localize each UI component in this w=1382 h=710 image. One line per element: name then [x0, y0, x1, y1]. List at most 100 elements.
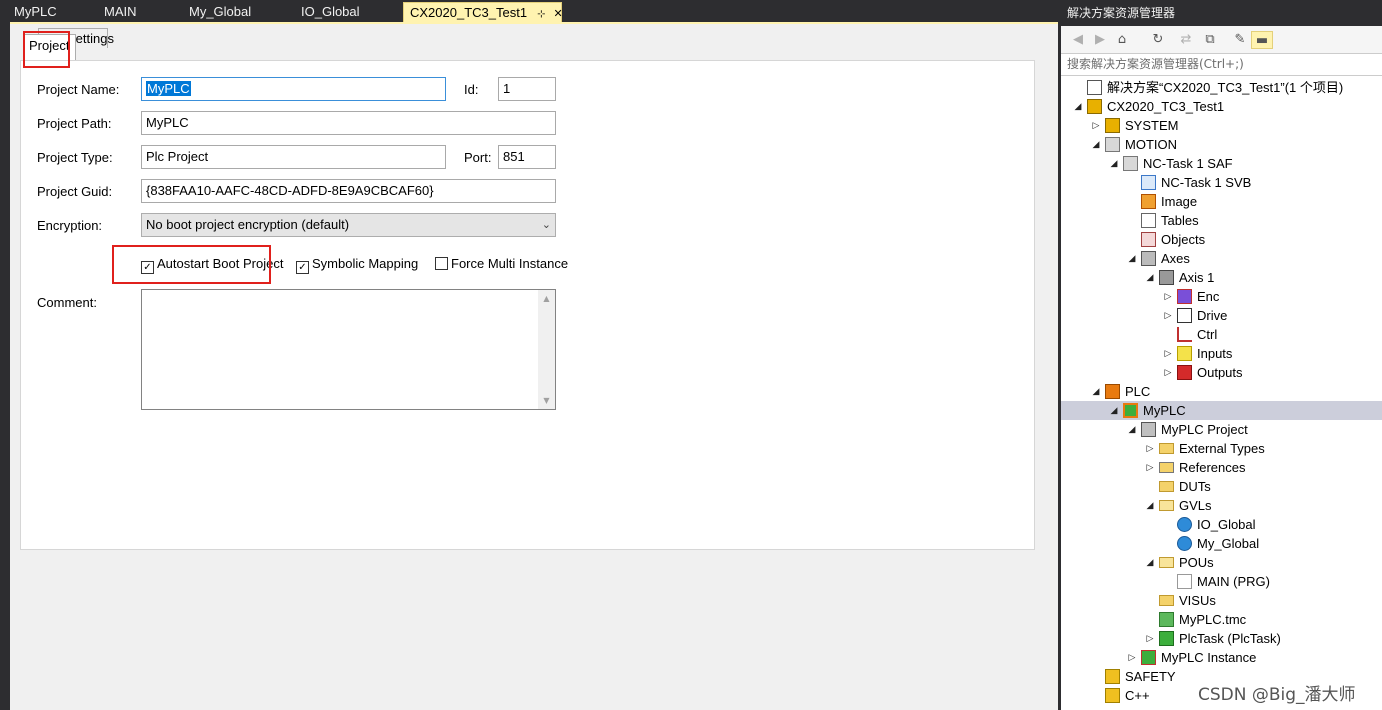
- tree-item[interactable]: Tables: [1061, 211, 1382, 230]
- tree-item[interactable]: MyPLC.tmc: [1061, 610, 1382, 629]
- folder-icon: [1159, 595, 1174, 606]
- port-field[interactable]: 851: [498, 145, 556, 169]
- doc-tab-my-global[interactable]: My_Global: [189, 2, 251, 22]
- collapsed-arrow-icon[interactable]: ▷: [1163, 344, 1173, 363]
- gvl-icon: [1177, 536, 1192, 551]
- tree-item-label: My_Global: [1197, 536, 1260, 551]
- collapsed-arrow-icon[interactable]: ▷: [1163, 306, 1173, 325]
- encryption-dropdown[interactable]: No boot project encryption (default) ⌄: [141, 213, 556, 237]
- doc-tab-main[interactable]: MAIN: [104, 2, 137, 22]
- tree-item[interactable]: IO_Global: [1061, 515, 1382, 534]
- expanded-arrow-icon[interactable]: ◢: [1145, 496, 1155, 515]
- project-name-label: Project Name:: [37, 82, 120, 97]
- back-icon[interactable]: ◀: [1069, 31, 1087, 49]
- tree-item[interactable]: DUTs: [1061, 477, 1382, 496]
- solution-explorer-search[interactable]: 搜索解决方案资源管理器(Ctrl+;): [1061, 54, 1382, 76]
- pou-icon: [1177, 574, 1192, 589]
- project-type-field[interactable]: Plc Project: [141, 145, 446, 169]
- scroll-up-icon[interactable]: ▲: [538, 290, 555, 307]
- symbolic-mapping-checkbox[interactable]: ✓ Symbolic Mapping: [296, 256, 418, 274]
- tree-item[interactable]: ◢ CX2020_TC3_Test1: [1061, 97, 1382, 116]
- tree-item[interactable]: My_Global: [1061, 534, 1382, 553]
- expanded-arrow-icon[interactable]: ◢: [1073, 97, 1083, 116]
- project-guid-field[interactable]: {838FAA10-AAFC-48CD-ADFD-8E9A9CBCAF60}: [141, 179, 556, 203]
- comment-textarea[interactable]: ▲ ▼: [141, 289, 556, 410]
- tree-item[interactable]: ◢ NC-Task 1 SAF: [1061, 154, 1382, 173]
- refresh-icon[interactable]: ⇄: [1177, 31, 1195, 49]
- tree-item[interactable]: 解决方案“CX2020_TC3_Test1”(1 个项目): [1061, 78, 1382, 97]
- id-field[interactable]: 1: [498, 77, 556, 101]
- tree-item[interactable]: Image: [1061, 192, 1382, 211]
- tree-item-label: MAIN (PRG): [1197, 574, 1270, 589]
- tree-item[interactable]: Objects: [1061, 230, 1382, 249]
- collapsed-arrow-icon[interactable]: ▷: [1127, 648, 1137, 667]
- doc-tab-io-global[interactable]: IO_Global: [301, 2, 360, 22]
- doc-tab-myplc[interactable]: MyPLC: [14, 2, 57, 22]
- project-name-field[interactable]: MyPLC: [141, 77, 446, 101]
- comment-scrollbar[interactable]: ▲ ▼: [538, 290, 555, 409]
- expanded-arrow-icon[interactable]: ◢: [1145, 553, 1155, 572]
- tree-item[interactable]: ▷ External Types: [1061, 439, 1382, 458]
- motion-icon: [1105, 137, 1120, 152]
- solution-icon: [1087, 80, 1102, 95]
- expanded-arrow-icon[interactable]: ◢: [1109, 154, 1119, 173]
- expanded-arrow-icon[interactable]: ◢: [1145, 268, 1155, 287]
- pin-icon[interactable]: ⊹: [537, 9, 545, 20]
- tree-item[interactable]: ◢ MyPLC: [1061, 401, 1382, 420]
- properties-icon[interactable]: ✎: [1231, 31, 1249, 49]
- inputs-icon: [1177, 346, 1192, 361]
- expanded-arrow-icon[interactable]: ◢: [1109, 401, 1119, 420]
- symbolic-mapping-label: Symbolic Mapping: [312, 256, 419, 271]
- doc-tab-cx2020-tc3-test1[interactable]: CX2020_TC3_Test1 ⊹ ✕: [403, 2, 563, 22]
- tree-item[interactable]: ◢ Axis 1: [1061, 268, 1382, 287]
- tree-item[interactable]: ▷ PlcTask (PlcTask): [1061, 629, 1382, 648]
- tree-item[interactable]: ◢ PLC: [1061, 382, 1382, 401]
- collapsed-arrow-icon[interactable]: ▷: [1145, 439, 1155, 458]
- tree-item-label: PLC: [1125, 384, 1151, 399]
- expanded-arrow-icon[interactable]: ◢: [1127, 249, 1137, 268]
- tree-item-label: MyPLC: [1143, 403, 1186, 418]
- tree-item[interactable]: ▷ Outputs: [1061, 363, 1382, 382]
- collapsed-arrow-icon[interactable]: ▷: [1145, 629, 1155, 648]
- tree-item[interactable]: MAIN (PRG): [1061, 572, 1382, 591]
- tree-item[interactable]: ▷ References: [1061, 458, 1382, 477]
- home-icon[interactable]: ⌂: [1113, 31, 1131, 49]
- doc-tab-label: CX2020_TC3_Test1: [410, 5, 528, 20]
- project-path-field[interactable]: MyPLC: [141, 111, 556, 135]
- project-guid-label: Project Guid:: [37, 184, 113, 199]
- tree-item[interactable]: ▷ Enc: [1061, 287, 1382, 306]
- tree-item[interactable]: ◢ MyPLC Project: [1061, 420, 1382, 439]
- tree-item-label: Drive: [1197, 308, 1228, 323]
- tree-item[interactable]: ◢ POUs: [1061, 553, 1382, 572]
- tree-item[interactable]: ▷ Inputs: [1061, 344, 1382, 363]
- tree-item-label: SYSTEM: [1125, 118, 1179, 133]
- expanded-arrow-icon[interactable]: ◢: [1091, 382, 1101, 401]
- expanded-arrow-icon[interactable]: ◢: [1127, 420, 1137, 439]
- tree-item[interactable]: ◢ GVLs: [1061, 496, 1382, 515]
- expanded-arrow-icon[interactable]: ◢: [1091, 135, 1101, 154]
- collapse-all-icon[interactable]: ⧉: [1201, 31, 1219, 49]
- collapsed-arrow-icon[interactable]: ▷: [1145, 458, 1155, 477]
- checkbox-unchecked-icon: [435, 257, 448, 270]
- tree-item[interactable]: VISUs: [1061, 591, 1382, 610]
- tree-item-label: MyPLC Instance: [1161, 650, 1257, 665]
- tree-item[interactable]: ◢ MOTION: [1061, 135, 1382, 154]
- tree-item[interactable]: Ctrl: [1061, 325, 1382, 344]
- collapsed-arrow-icon[interactable]: ▷: [1163, 363, 1173, 382]
- tree-item[interactable]: NC-Task 1 SVB: [1061, 173, 1382, 192]
- tree-item-label: CX2020_TC3_Test1: [1107, 99, 1225, 114]
- tree-item[interactable]: ▷ SYSTEM: [1061, 116, 1382, 135]
- tree-item[interactable]: ▷ Drive: [1061, 306, 1382, 325]
- forward-icon[interactable]: ▶: [1091, 31, 1109, 49]
- collapsed-arrow-icon[interactable]: ▷: [1163, 287, 1173, 306]
- tree-item[interactable]: ▷ MyPLC Instance: [1061, 648, 1382, 667]
- close-icon[interactable]: ✕: [553, 8, 562, 20]
- force-multi-instance-checkbox[interactable]: Force Multi Instance: [435, 256, 568, 271]
- collapsed-arrow-icon[interactable]: ▷: [1091, 116, 1101, 135]
- solution-explorer-title: 解决方案资源管理器: [1061, 0, 1382, 26]
- pin-icon[interactable]: ▬: [1251, 31, 1273, 49]
- scroll-down-icon[interactable]: ▼: [538, 392, 555, 409]
- tree-item[interactable]: ◢ Axes: [1061, 249, 1382, 268]
- tree-item-label: Axes: [1161, 251, 1190, 266]
- sync-icon[interactable]: ↻: [1149, 31, 1167, 49]
